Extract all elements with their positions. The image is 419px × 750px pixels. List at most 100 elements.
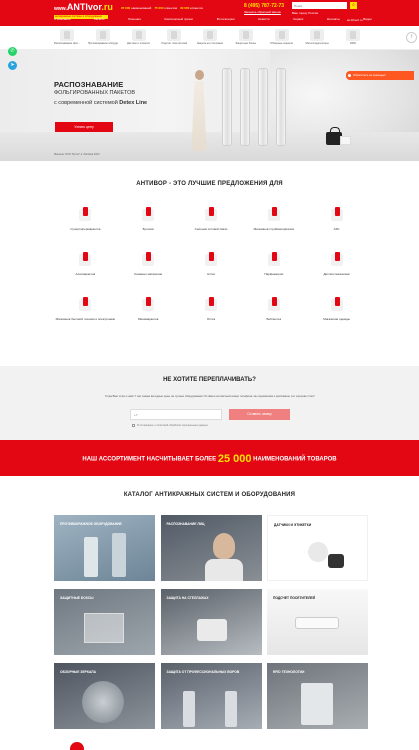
- offer-item[interactable]: Библиотек: [242, 295, 305, 340]
- gate-image: [224, 691, 237, 727]
- decorative-badge: [70, 742, 84, 750]
- catalog-tile[interactable]: Распознавание лиц: [160, 515, 262, 581]
- catalog-tile[interactable]: Защита на стеллажах: [160, 589, 262, 655]
- offer-item[interactable]: Магазинов стройматериалов: [242, 205, 305, 250]
- hero-caption: Магазин ООО "Бутик" в г.Москва 2024: [54, 153, 100, 156]
- category-item[interactable]: Защита на стеллажах: [195, 27, 225, 49]
- offer-label: Книжных магазинов: [134, 272, 162, 276]
- offer-item[interactable]: Минимаркетов: [117, 295, 180, 340]
- tile-label: Защитные боксы: [60, 596, 94, 600]
- nav-item[interactable]: Решения: [128, 17, 141, 22]
- nav-item[interactable]: Фотогалерея: [217, 17, 235, 22]
- callback-link[interactable]: Заказать обратный звонок: [244, 10, 290, 15]
- offer-item[interactable]: Алкомаркетов: [54, 250, 117, 295]
- category-label: Защитные боксы: [235, 42, 257, 45]
- header-icons: ⌕: [350, 2, 357, 9]
- offer-item[interactable]: Оптик: [180, 295, 243, 340]
- stat-item: 30 000 клиентов: [180, 6, 203, 10]
- offer-item[interactable]: Магазинов бытовой техники и электроники: [54, 295, 117, 340]
- scroll-up-button[interactable]: ↑: [406, 32, 417, 43]
- icon-accent: [208, 252, 214, 261]
- offer-item[interactable]: Книжных магазинов: [117, 250, 180, 295]
- submit-request-button[interactable]: Оставить заявку: [229, 409, 290, 420]
- catalog-tile[interactable]: Обзорные зеркала: [54, 663, 155, 729]
- chat-widget-button[interactable]: Обратитесь за помощью!: [346, 71, 414, 80]
- search-icon[interactable]: ⌕: [350, 2, 357, 9]
- category-image: [167, 29, 182, 41]
- catalog-tile[interactable]: Подсчет посетителей: [267, 589, 368, 655]
- category-item[interactable]: Распознавание фол...: [52, 27, 82, 49]
- nav-item[interactable]: Сервис: [293, 17, 303, 22]
- catalog-tile[interactable]: RFID технологии: [267, 663, 368, 729]
- category-item[interactable]: Металлодетекторы: [302, 27, 332, 49]
- get-price-button[interactable]: Узнать цену: [55, 122, 113, 132]
- city-selector[interactable]: Ваш город: Россия: [292, 11, 347, 15]
- mirror-image: [82, 681, 124, 723]
- offer-item[interactable]: Аптек: [180, 250, 243, 295]
- icon-accent: [146, 297, 152, 306]
- category-image: [310, 29, 325, 41]
- nav-item[interactable]: Комплексный проект: [164, 17, 193, 22]
- category-image: [274, 29, 289, 41]
- tile-label: Подсчет посетителей: [273, 596, 315, 600]
- box-image: [340, 136, 351, 145]
- offer-item[interactable]: Салонов сотовой связи: [180, 205, 243, 250]
- category-item[interactable]: RFID: [338, 27, 368, 49]
- book-icon: [139, 250, 157, 268]
- offer-item[interactable]: АЗС: [305, 205, 368, 250]
- logo-text: www.ANTIvor.ru: [54, 2, 113, 14]
- catalog-tile[interactable]: Датчики и этикетки: [267, 515, 368, 581]
- nav-item[interactable]: Видео: [363, 17, 372, 22]
- category-image: [203, 29, 217, 41]
- catalog-title: КАТАЛОГ АНТИКРАЖНЫХ СИСТЕМ И ОБОРУДОВАНИ…: [123, 492, 296, 498]
- category-image: [131, 29, 146, 41]
- icon-accent: [334, 252, 340, 261]
- overpay-title: НЕ ХОТИТЕ ПЕРЕПЛАЧИВАТЬ?: [163, 377, 256, 383]
- category-item[interactable]: Подсчет посетителей: [159, 27, 189, 49]
- gate-image: [182, 691, 195, 727]
- tile-label: RFID технологии: [273, 670, 305, 674]
- perfume-icon: [265, 250, 283, 268]
- bottle-icon: [76, 250, 94, 268]
- nav-item[interactable]: Контакты: [327, 17, 340, 22]
- antitheft-gate: [276, 68, 286, 146]
- category-item[interactable]: Датчики и этикетки: [124, 27, 154, 49]
- box-image: [84, 613, 124, 643]
- offer-item[interactable]: Детских магазинов: [305, 250, 368, 295]
- consent-row: Я соглашаюсь с политикой обработки персо…: [132, 424, 208, 427]
- offer-label: Магазинов одежды: [323, 317, 350, 321]
- nav-item[interactable]: Новости: [258, 17, 270, 22]
- catalog-tile[interactable]: Защита от профессиональных воров: [160, 663, 262, 729]
- telegram-icon[interactable]: ➤: [8, 61, 17, 70]
- category-label: Защита на стеллажах: [196, 42, 224, 45]
- toy-icon: [328, 250, 346, 268]
- site-header: www.ANTIvor.ru антикражные системы и обо…: [0, 0, 419, 26]
- offer-item[interactable]: Парфюмерии: [242, 250, 305, 295]
- search-input[interactable]: [292, 2, 347, 9]
- phone-field[interactable]: [130, 409, 222, 420]
- category-item[interactable]: Обзорные зеркала: [267, 27, 297, 49]
- offer-item[interactable]: Бутиков: [117, 205, 180, 250]
- nav-item[interactable]: Каталог: [94, 17, 105, 22]
- offer-item[interactable]: Супер/гипермаркетов: [54, 205, 117, 250]
- hero-tagline-text: с современной системой: [54, 100, 118, 106]
- hero-model-image: [186, 70, 212, 152]
- category-item[interactable]: Противокражное оборудование: [88, 27, 118, 49]
- category-item[interactable]: Защитные боксы: [231, 27, 261, 49]
- tile-label: Датчики и этикетки: [274, 523, 312, 527]
- hero-title: РАСПОЗНАВАНИЕ: [54, 80, 124, 89]
- stat-number: 25 000: [121, 6, 131, 10]
- catalog-tile[interactable]: Противокражное оборудование: [54, 515, 155, 581]
- nav-item[interactable]: О компании: [54, 17, 71, 22]
- catalog-grid: Противокражное оборудование Распознавани…: [54, 515, 368, 729]
- banner-prefix: НАШ АССОРТИМЕНТ НАСЧИТЫВАЕТ БОЛЕЕ: [82, 456, 217, 463]
- icon-accent: [334, 297, 340, 306]
- offer-label: Магазинов бытовой техники и электроники: [55, 317, 116, 321]
- offer-item[interactable]: Магазинов одежды: [305, 295, 368, 340]
- consent-checkbox[interactable]: [132, 424, 135, 427]
- library-icon: [265, 295, 283, 313]
- phone-number[interactable]: 8 (495) 787-72-73: [244, 3, 290, 9]
- whatsapp-icon[interactable]: ✆: [8, 47, 17, 56]
- catalog-tile[interactable]: Защитные боксы: [54, 589, 155, 655]
- fuel-station-icon: [328, 205, 346, 223]
